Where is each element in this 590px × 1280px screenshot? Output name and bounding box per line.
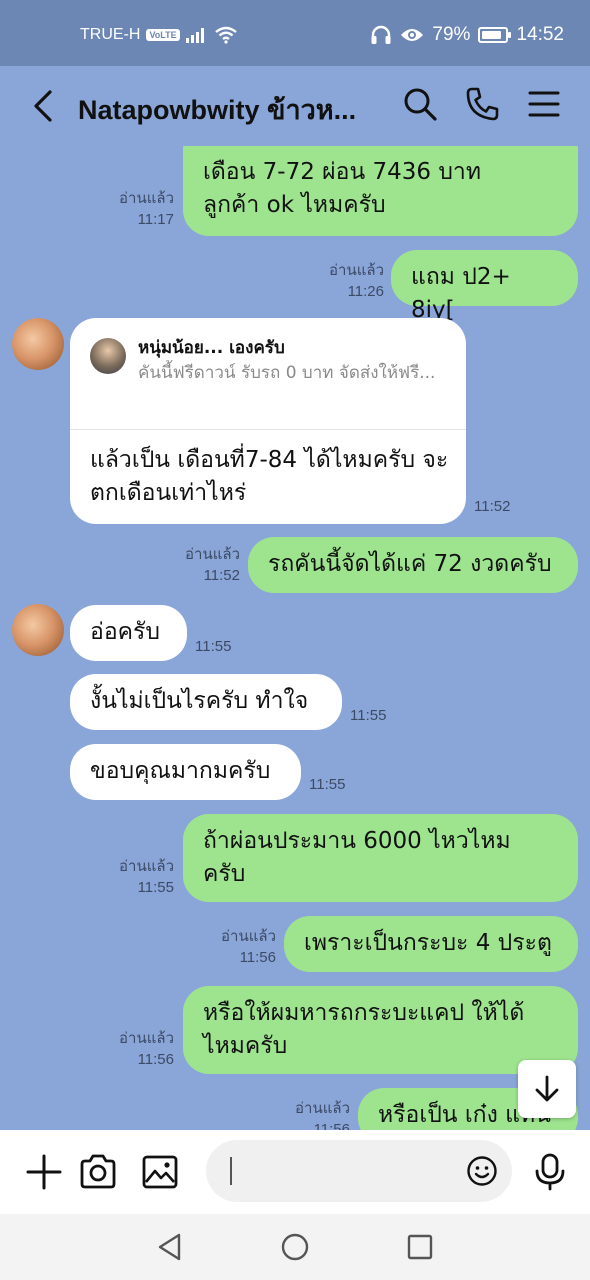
- camera-icon[interactable]: [78, 1152, 118, 1192]
- message-text: งั้นไม่เป็นไรครับ ทำใจ: [90, 688, 309, 714]
- message-text: ลูกค้า ok ไหมครับ: [203, 192, 386, 218]
- scroll-to-bottom-button[interactable]: [518, 1060, 576, 1118]
- read-receipt: อ่านแล้ว: [295, 1100, 350, 1117]
- carrier-label: TRUE-H: [80, 26, 141, 43]
- wifi-icon: [214, 26, 237, 44]
- status-bar: TRUE-H VoLTE 79% 14:52: [0, 0, 590, 66]
- search-icon[interactable]: [402, 86, 438, 122]
- carrier-group: TRUE-H VoLTE: [80, 26, 238, 44]
- battery-icon: [478, 27, 512, 43]
- message-time: 11:56: [137, 1051, 174, 1068]
- quoted-avatar: [90, 338, 126, 374]
- chat-history[interactable]: เดือน 7-72 ผ่อน 7436 บาท ลูกค้า ok ไหมคร…: [0, 146, 590, 1130]
- message-text: อ่อครับ: [90, 619, 160, 645]
- message-input-bar: [0, 1130, 590, 1214]
- sent-message: รถคันนี้จัดได้แค่ 72 งวดครับ: [248, 537, 578, 593]
- message-text: รถคันนี้จัดได้แค่ 72 งวดครับ: [268, 551, 552, 577]
- message-text: หรือให้ผมหารถกระบะแคป ให้ได้ไหมครับ: [203, 1000, 525, 1059]
- message-time: 11:55: [309, 776, 346, 793]
- sent-message: ถ้าผ่อนประมาน 6000 ไหวไหมครับ: [183, 814, 578, 902]
- message-time: 11:26: [347, 283, 384, 300]
- plus-icon[interactable]: [24, 1152, 64, 1192]
- message-time: 11:17: [137, 211, 174, 228]
- message-text-field[interactable]: [236, 1152, 456, 1190]
- message-text: ถ้าผ่อนประมาน 6000 ไหวไหมครับ: [203, 828, 511, 887]
- read-receipt: อ่านแล้ว: [119, 190, 174, 207]
- sent-message: เดือน 7-72 ผ่อน 7436 บาท ลูกค้า ok ไหมคร…: [183, 146, 578, 236]
- system-navigation-bar: [0, 1214, 590, 1280]
- emoji-icon[interactable]: [466, 1155, 498, 1187]
- reply-message[interactable]: หนุ่มน้อย... เองครับ คันนี้ฟรีดาวน์ รับร…: [70, 318, 466, 524]
- headphones-icon: [371, 25, 391, 44]
- message-meta: อ่านแล้ว 11:17: [100, 188, 174, 230]
- message-time: 11:52: [203, 567, 240, 584]
- message-time: 11:55: [350, 707, 387, 724]
- read-receipt: อ่านแล้ว: [119, 858, 174, 875]
- received-message: อ่อครับ: [70, 605, 187, 661]
- quoted-sender: หนุ่มน้อย... เองครับ: [138, 338, 285, 358]
- message-meta: อ่านแล้ว 11:56: [270, 1098, 350, 1130]
- message-meta: อ่านแล้ว 11:55: [100, 856, 174, 898]
- microphone-icon[interactable]: [530, 1152, 570, 1192]
- message-meta: อ่านแล้ว 11:52: [160, 544, 240, 586]
- image-icon[interactable]: [140, 1152, 180, 1192]
- read-receipt: อ่านแล้ว: [119, 1030, 174, 1047]
- chat-title[interactable]: Natapowbwity ข้าวห...: [78, 88, 388, 131]
- nav-recents-icon[interactable]: [405, 1232, 435, 1262]
- message-time: 11:55: [195, 638, 232, 655]
- back-arrow-icon[interactable]: [30, 88, 60, 124]
- read-receipt: อ่านแล้ว: [221, 928, 276, 945]
- contact-avatar[interactable]: [12, 318, 64, 370]
- signal-icon: [185, 28, 204, 43]
- menu-icon[interactable]: [526, 86, 562, 122]
- message-meta: อ่านแล้ว 11:56: [196, 926, 276, 968]
- message-meta: อ่านแล้ว 11:56: [100, 1028, 174, 1070]
- phone-icon[interactable]: [464, 86, 500, 122]
- message-text: แล้วเป็น เดือนที่7-84 ได้ไหมครับ จะตกเดื…: [90, 447, 449, 506]
- message-text: เพราะเป็นกระบะ 4 ประตู: [304, 930, 552, 956]
- message-time: 11:56: [313, 1121, 350, 1130]
- quoted-message[interactable]: หนุ่มน้อย... เองครับ คันนี้ฟรีดาวน์ รับร…: [70, 318, 466, 430]
- sent-message: เพราะเป็นกระบะ 4 ประตู: [284, 916, 578, 972]
- message-meta: อ่านแล้ว 11:26: [300, 260, 384, 302]
- received-message: ขอบคุณมากมครับ: [70, 744, 301, 800]
- message-time: 11:52: [474, 498, 511, 515]
- message-text: ขอบคุณมากมครับ: [90, 758, 271, 784]
- battery-percent: 79%: [432, 24, 471, 45]
- chat-header: Natapowbwity ข้าวห...: [0, 66, 590, 146]
- clock: 14:52: [516, 24, 564, 45]
- quoted-text: คันนี้ฟรีดาวน์ รับรถ 0 บาท จัดส่งให้ฟรี.…: [138, 363, 436, 383]
- message-text: เดือน 7-72 ผ่อน 7436 บาท: [203, 159, 481, 185]
- eye-icon: [401, 29, 424, 41]
- status-right-group: 79% 14:52: [370, 24, 564, 46]
- nav-back-icon[interactable]: [155, 1232, 185, 1262]
- read-receipt: อ่านแล้ว: [329, 262, 384, 279]
- read-receipt: อ่านแล้ว: [185, 546, 240, 563]
- sent-message: แถม ป2+ 8iy[: [391, 250, 578, 323]
- volte-badge: VoLTE: [146, 29, 180, 41]
- message-time: 11:56: [239, 949, 276, 966]
- text-caret: [230, 1157, 232, 1185]
- received-message: งั้นไม่เป็นไรครับ ทำใจ: [70, 674, 342, 730]
- arrow-down-icon: [535, 1075, 559, 1102]
- nav-home-icon[interactable]: [280, 1232, 310, 1262]
- contact-avatar[interactable]: [12, 604, 64, 656]
- sent-message: หรือให้ผมหารถกระบะแคป ให้ได้ไหมครับ: [183, 986, 578, 1074]
- message-input[interactable]: [206, 1140, 512, 1202]
- message-time: 11:55: [137, 879, 174, 896]
